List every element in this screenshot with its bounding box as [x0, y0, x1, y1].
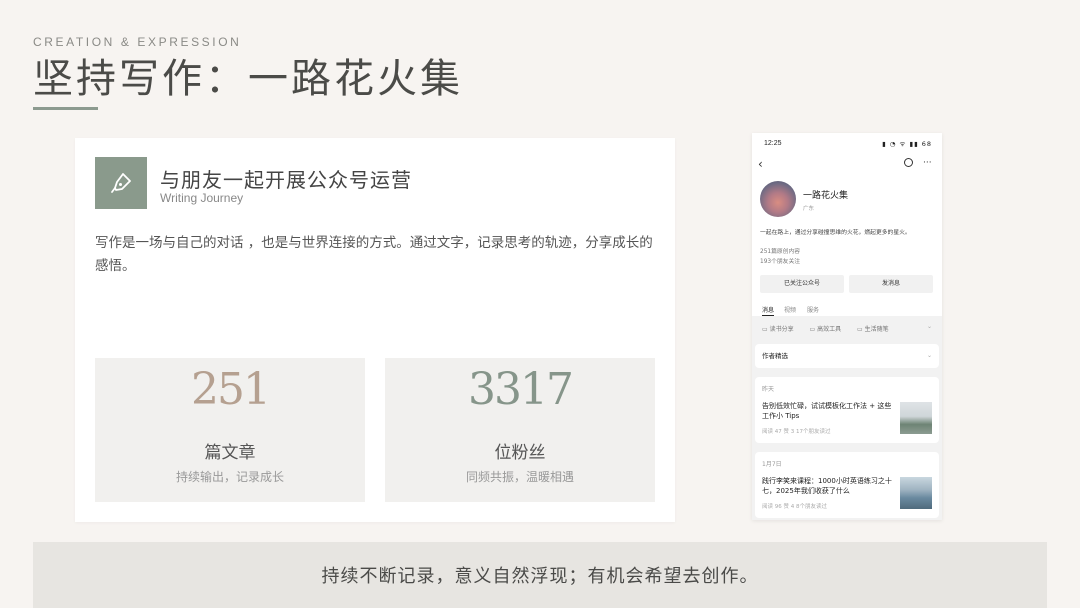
stat-followers-number: 3317: [468, 364, 574, 415]
stat-followers-desc: 同频共振，温暖相遇: [465, 470, 574, 484]
chevron-down-icon: ⌄: [926, 352, 932, 359]
author-pick-row[interactable]: 作者精选: [755, 344, 939, 368]
chevron-down-icon[interactable]: ⌄: [927, 323, 932, 330]
status-icons: ▮ ◔ ᯤ ▮▮ 68: [882, 140, 932, 148]
stat-articles-label: 篇文章: [204, 443, 256, 463]
article-title[interactable]: 告别低效忙碌，试试模板化工作法 + 这些工作小 Tips: [762, 401, 896, 421]
stat-followers: 3317 位粉丝 同频共振，温暖相遇: [385, 358, 655, 502]
category-item[interactable]: ▭ 读书分享: [762, 326, 801, 333]
card-subtitle: Writing Journey: [160, 191, 244, 205]
tab-services[interactable]: 服务: [807, 305, 819, 314]
send-message-button[interactable]: 发消息: [849, 275, 933, 293]
card-logo: [95, 157, 147, 209]
category-row: ▭ 读书分享 ▭ 高效工具 ▭ 生活随笔: [762, 324, 903, 333]
article-card[interactable]: 昨天 告别低效忙碌，试试模板化工作法 + 这些工作小 Tips 阅读 47 赞 …: [755, 377, 939, 443]
article-card[interactable]: 1月7日 践行李笑来课程：1000小时英语练习之十七，2025年我们收获了什么 …: [755, 452, 939, 518]
article-title[interactable]: 践行李笑来课程：1000小时英语练习之十七，2025年我们收获了什么: [762, 476, 896, 496]
category-item[interactable]: ▭ 高效工具: [810, 326, 849, 333]
stat-articles: 251 篇文章 持续输出，记录成长: [95, 358, 365, 502]
article-meta: 阅读 47 赞 3 17个朋友读过: [762, 429, 831, 435]
search-icon[interactable]: [904, 158, 913, 167]
article-count: 251篇原创内容: [760, 249, 801, 255]
account-bio: 一起在路上，通过分享碰撞思维的火花，燃起更多的星火。: [760, 230, 911, 236]
friends-follow-count: 193个朋友关注: [760, 259, 801, 265]
article-thumbnail: [900, 477, 932, 509]
account-location: 广东: [803, 206, 815, 212]
tab-videos[interactable]: 视频: [784, 305, 796, 314]
followed-button[interactable]: 已关注公众号: [760, 275, 844, 293]
title-underline: [33, 107, 98, 110]
back-chevron-icon[interactable]: ‹: [758, 157, 763, 171]
intro-card: 与朋友一起开展公众号运营 Writing Journey 写作是一场与自己的对话…: [75, 138, 675, 522]
status-time: 12:25: [764, 140, 782, 147]
avatar: [760, 181, 796, 217]
page-title: 坚持写作：一路花火集: [33, 56, 463, 102]
article-date: 昨天: [762, 386, 775, 393]
more-icon[interactable]: ···: [923, 158, 932, 168]
stat-articles-desc: 持续输出，记录成长: [175, 470, 284, 484]
card-body-text: 写作是一场与自己的对话 ，也是与世界连接的方式。通过文字，记录思考的轨迹，分享成…: [95, 235, 653, 274]
bottom-banner: 持续不断记录，意义自然浮现；有机会希望去创作。: [33, 542, 1047, 608]
account-name: 一路花火集: [803, 191, 849, 201]
stat-articles-number: 251: [191, 364, 271, 415]
card-title: 与朋友一起开展公众号运营: [160, 168, 412, 192]
pen-nib-icon: [111, 173, 131, 193]
banner-text: 持续不断记录，意义自然浮现；有机会希望去创作。: [321, 566, 759, 587]
tab-messages[interactable]: 消息: [762, 305, 775, 316]
article-meta: 阅读 96 赞 4 8个朋友读过: [762, 504, 827, 510]
article-date: 1月7日: [762, 461, 782, 468]
stat-followers-label: 位粉丝: [494, 443, 546, 463]
category-item[interactable]: ▭ 生活随笔: [857, 326, 896, 333]
phone-screenshot: 12:25 ▮ ◔ ᯤ ▮▮ 68 ‹ ··· 一路花火集 广东 一起在路上，通…: [752, 133, 942, 520]
article-thumbnail: [900, 402, 932, 434]
